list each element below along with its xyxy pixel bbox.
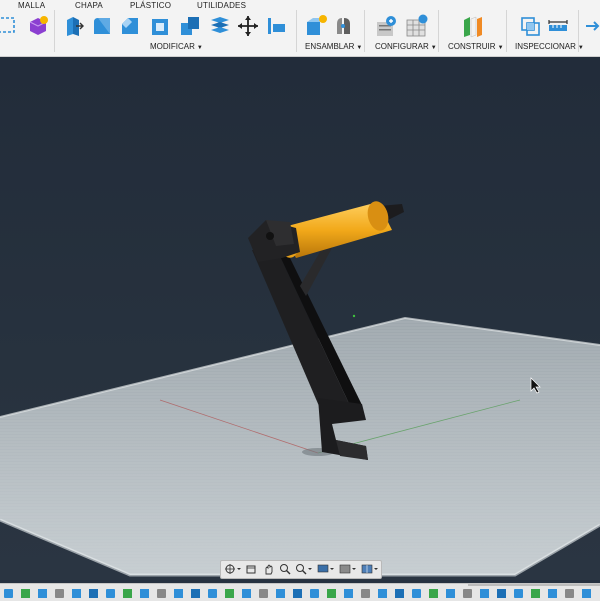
pan-icon[interactable]: [263, 563, 275, 575]
combine-icon[interactable]: [178, 14, 202, 38]
timeline-feature-icon[interactable]: [344, 589, 353, 598]
timeline-feature-icon[interactable]: [293, 589, 302, 598]
chevron-down-icon: ▼: [196, 45, 203, 51]
modificar-menu[interactable]: MODIFICAR ▼: [150, 42, 203, 51]
interference-icon[interactable]: [518, 14, 542, 38]
press-pull-icon[interactable]: [62, 14, 86, 38]
timeline-feature-icon[interactable]: [242, 589, 251, 598]
canvas-viewport[interactable]: [0, 57, 600, 580]
offset-plane-icon[interactable]: [460, 14, 484, 38]
fillet-icon[interactable]: [90, 14, 114, 38]
separator: [578, 10, 579, 52]
timeline-feature-icon[interactable]: [429, 589, 438, 598]
viewports-icon[interactable]: [361, 563, 379, 575]
timeline-feature-icon[interactable]: [480, 589, 489, 598]
configurar-label: CONFIGURAR: [375, 42, 429, 51]
timeline-feature-icon[interactable]: [548, 589, 557, 598]
select-icon[interactable]: [0, 14, 24, 38]
grid-icon[interactable]: [339, 563, 357, 575]
timeline-feature-icon[interactable]: [89, 589, 98, 598]
modificar-label: MODIFICAR: [150, 42, 195, 51]
timeline-feature-icon[interactable]: [310, 589, 319, 598]
display-settings-icon[interactable]: [317, 563, 335, 575]
chevron-down-icon: ▼: [430, 45, 437, 51]
timeline-feature-icon[interactable]: [72, 589, 81, 598]
offset-face-icon[interactable]: [208, 14, 232, 38]
timeline-feature-icon[interactable]: [514, 589, 523, 598]
align-icon[interactable]: [264, 14, 288, 38]
timeline-feature-icon[interactable]: [582, 589, 591, 598]
workspace-tabs: MALLA CHAPA PLÁSTICO UTILIDADES: [0, 0, 600, 12]
zoom-icon[interactable]: [279, 563, 291, 575]
separator: [364, 10, 365, 52]
timeline-feature-icon[interactable]: [378, 589, 387, 598]
navigation-bar: [220, 560, 382, 579]
form-icon[interactable]: [26, 14, 50, 38]
inspeccionar-menu[interactable]: INSPECCIONAR ▼: [515, 42, 584, 51]
timeline-feature-icon[interactable]: [191, 589, 200, 598]
parameters-icon[interactable]: [374, 14, 398, 38]
timeline: [0, 583, 600, 601]
timeline-feature-icon[interactable]: [140, 589, 149, 598]
tab-malla[interactable]: MALLA: [18, 1, 45, 10]
timeline-feature-icon[interactable]: [497, 589, 506, 598]
joint-icon[interactable]: [332, 14, 356, 38]
configurar-menu[interactable]: CONFIGURAR ▼: [375, 42, 437, 51]
new-component-icon[interactable]: [304, 14, 328, 38]
shell-icon[interactable]: [148, 14, 172, 38]
fit-icon[interactable]: [295, 563, 313, 575]
timeline-feature-icon[interactable]: [21, 589, 30, 598]
timeline-feature-icon[interactable]: [106, 589, 115, 598]
chevron-down-icon: ▼: [356, 45, 363, 51]
timeline-feature-icon[interactable]: [531, 589, 540, 598]
timeline-feature-icon[interactable]: [361, 589, 370, 598]
orbit-icon[interactable]: [224, 563, 242, 575]
construir-menu[interactable]: CONSTRUIR ▼: [448, 42, 504, 51]
ensamblar-label: ENSAMBLAR: [305, 42, 355, 51]
separator: [506, 10, 507, 52]
inspeccionar-label: INSPECCIONAR: [515, 42, 576, 51]
timeline-feature-icon[interactable]: [412, 589, 421, 598]
timeline-feature-icon[interactable]: [327, 589, 336, 598]
timeline-feature-icon[interactable]: [174, 589, 183, 598]
timeline-feature-icon[interactable]: [38, 589, 47, 598]
timeline-feature-icon[interactable]: [225, 589, 234, 598]
timeline-feature-icon[interactable]: [276, 589, 285, 598]
insert-icon[interactable]: [584, 14, 600, 38]
timeline-feature-icon[interactable]: [157, 589, 166, 598]
separator: [54, 10, 55, 52]
look-at-icon[interactable]: [245, 563, 257, 575]
construir-label: CONSTRUIR: [448, 42, 496, 51]
timeline-feature-icon[interactable]: [463, 589, 472, 598]
move-icon[interactable]: [236, 14, 260, 38]
scene-3d: [0, 201, 600, 577]
ensamblar-menu[interactable]: ENSAMBLAR ▼: [305, 42, 362, 51]
chevron-down-icon: ▼: [497, 45, 504, 51]
timeline-feature-icon[interactable]: [446, 589, 455, 598]
timeline-feature-icon[interactable]: [259, 589, 268, 598]
timeline-feature-icon[interactable]: [123, 589, 132, 598]
toolbar: MALLA CHAPA PLÁSTICO UTILIDADES MODIFICA…: [0, 0, 600, 57]
timeline-feature-icon[interactable]: [4, 589, 13, 598]
tab-plastico[interactable]: PLÁSTICO: [130, 1, 171, 10]
chamfer-icon[interactable]: [118, 14, 142, 38]
configure-icon[interactable]: [404, 14, 428, 38]
tab-utilidades[interactable]: UTILIDADES: [197, 1, 246, 10]
separator: [438, 10, 439, 52]
separator: [296, 10, 297, 52]
origin-point: [352, 314, 356, 318]
timeline-scrollbar[interactable]: [468, 584, 600, 586]
timeline-feature-icon[interactable]: [565, 589, 574, 598]
tab-chapa[interactable]: CHAPA: [75, 1, 103, 10]
measure-icon[interactable]: [546, 14, 570, 38]
timeline-feature-icon[interactable]: [55, 589, 64, 598]
timeline-feature-icon[interactable]: [395, 589, 404, 598]
timeline-feature-icon[interactable]: [208, 589, 217, 598]
